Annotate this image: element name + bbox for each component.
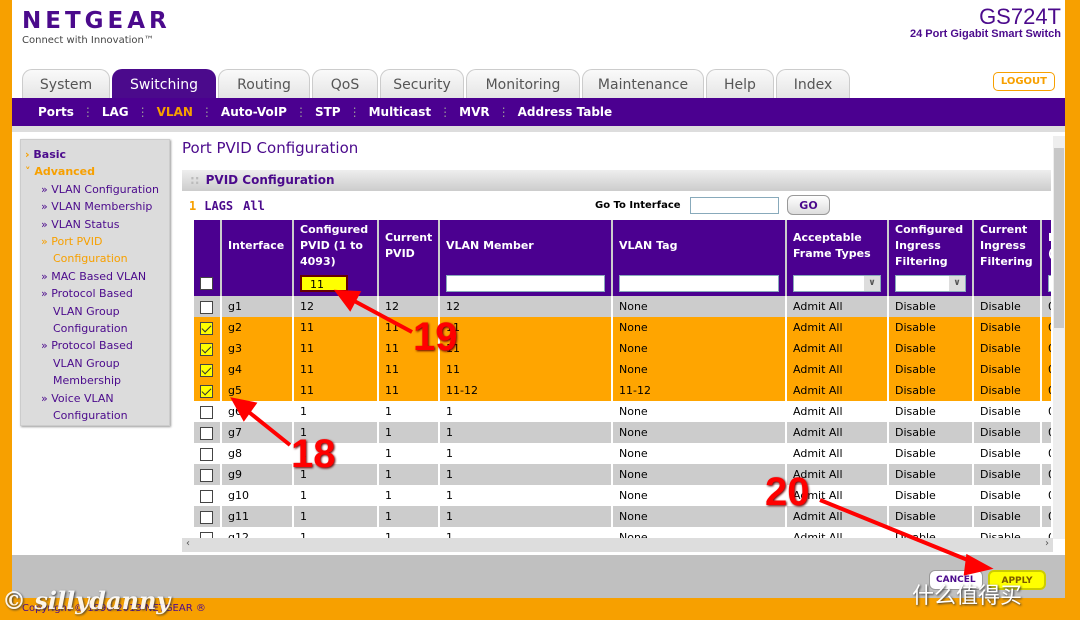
watermark-site: 什么值得买	[912, 584, 1023, 609]
annotation-19: 19	[413, 315, 458, 359]
annotation-20: 20	[765, 470, 810, 514]
annotation-arrows	[230, 289, 994, 576]
arrow-20	[819, 498, 981, 567]
annotation-18: 18	[291, 432, 336, 476]
watermark-author: © sillydanny	[2, 586, 171, 615]
